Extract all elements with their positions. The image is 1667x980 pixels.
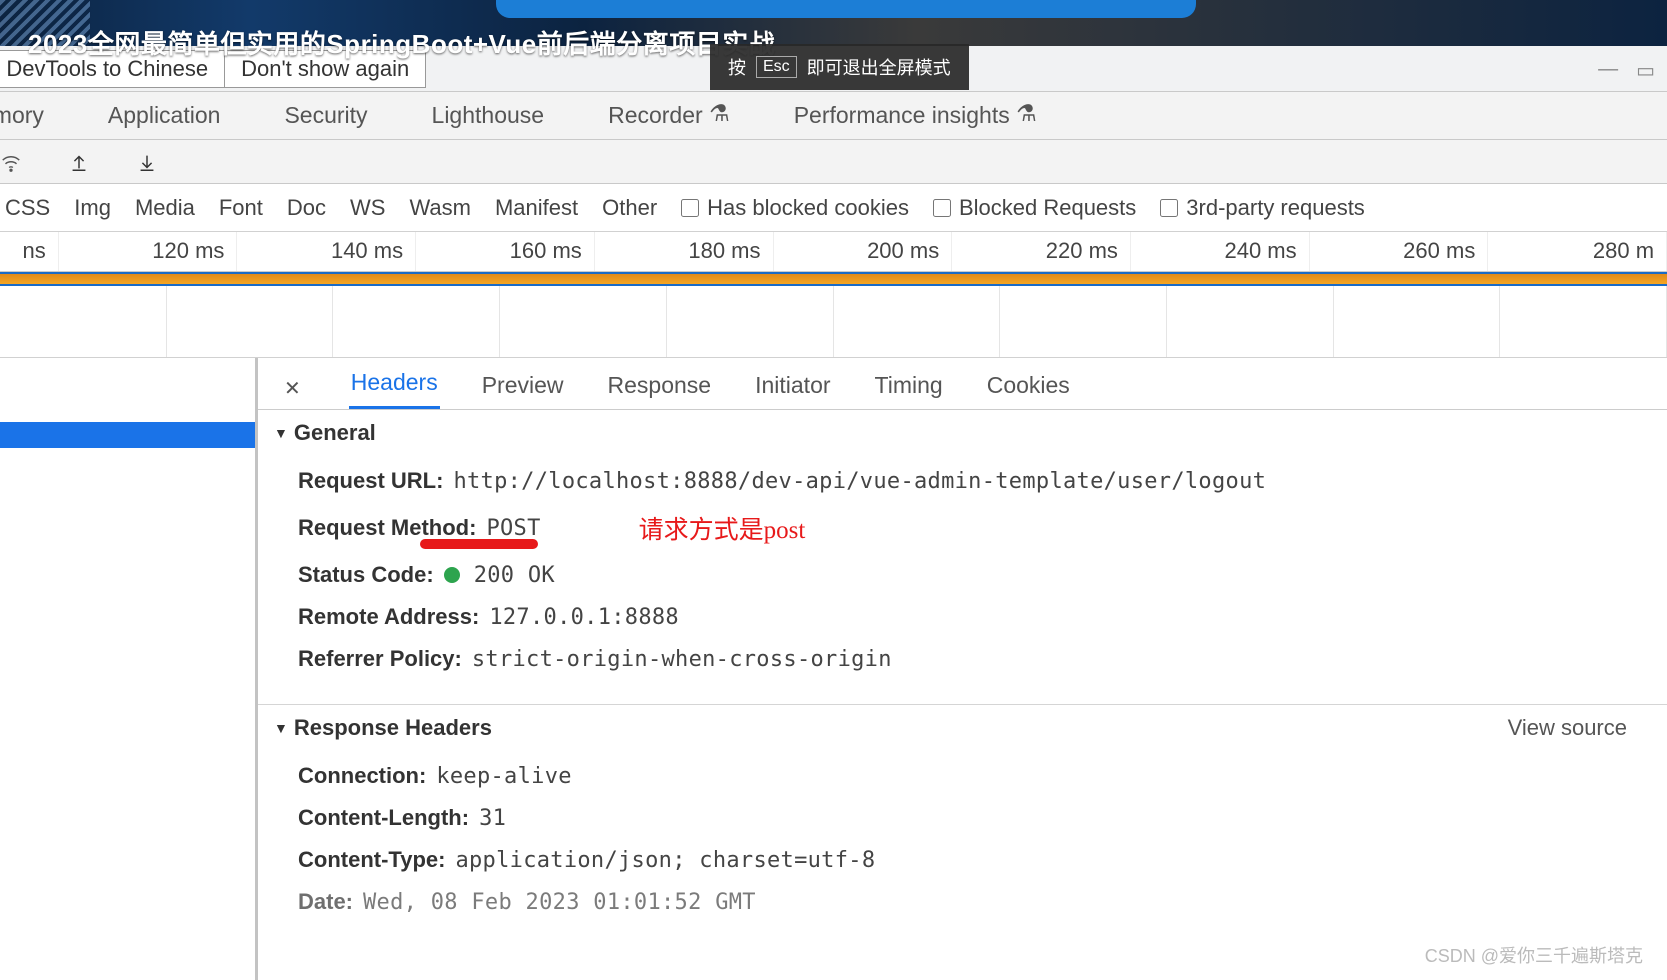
disclosure-triangle-icon: ▼ [274, 425, 288, 441]
timeline-tick: 160 ms [416, 232, 595, 271]
request-detail-pane: ✕ Headers Preview Response Initiator Tim… [258, 358, 1667, 980]
tab-lighthouse[interactable]: Lighthouse [432, 102, 545, 129]
timeline-tick: 280 m [1488, 232, 1667, 271]
selected-request[interactable] [0, 422, 255, 448]
timeline-tick: 220 ms [952, 232, 1131, 271]
status-code-row: Status Code: 200 OK [298, 554, 1667, 596]
timeline-ruler[interactable]: ns 120 ms 140 ms 160 ms 180 ms 200 ms 22… [0, 232, 1667, 272]
flask-icon: ⚗ [709, 100, 730, 126]
tab-preview[interactable]: Preview [480, 362, 566, 409]
blocked-cookies-checkbox[interactable]: Has blocked cookies [681, 195, 909, 221]
upload-icon[interactable] [68, 151, 90, 173]
network-main-split: ✕ Headers Preview Response Initiator Tim… [0, 358, 1667, 980]
filter-manifest[interactable]: Manifest [495, 195, 578, 221]
timeline-tick: 120 ms [59, 232, 238, 271]
referrer-policy-row: Referrer Policy: strict-origin-when-cros… [298, 638, 1667, 680]
content-type-row: Content-Type: application/json; charset=… [298, 839, 1667, 881]
timeline-tick: 260 ms [1310, 232, 1489, 271]
remote-address-row: Remote Address: 127.0.0.1:8888 [298, 596, 1667, 638]
tab-application[interactable]: Application [108, 102, 221, 129]
tab-timing[interactable]: Timing [873, 362, 945, 409]
toast-suffix: 即可退出全屏模式 [807, 54, 951, 80]
timeline-tick: 140 ms [237, 232, 416, 271]
tab-headers[interactable]: Headers [349, 359, 440, 409]
status-dot-icon [444, 567, 460, 583]
timeline-tick: ns [0, 232, 59, 271]
filter-doc[interactable]: Doc [287, 195, 326, 221]
watermark: CSDN @爱你三千遍斯塔克 [1425, 942, 1643, 968]
section-title: General [294, 420, 376, 446]
request-url-row: Request URL: http://localhost:8888/dev-a… [298, 460, 1667, 502]
filter-other[interactable]: Other [602, 195, 657, 221]
filter-font[interactable]: Font [219, 195, 263, 221]
toast-prefix: 按 [728, 54, 746, 80]
filter-media[interactable]: Media [135, 195, 195, 221]
resource-type-filters: CSS Img Media Font Doc WS Wasm Manifest … [0, 184, 1667, 232]
esc-key-icon: Esc [756, 56, 797, 78]
video-title: 2023全网最简单但实用的SpringBoot+Vue前后端分离项目实战 [28, 24, 775, 61]
filter-css[interactable]: CSS [5, 195, 50, 221]
response-headers-block: Connection: keep-alive Content-Length: 3… [258, 751, 1667, 927]
request-method-row: Request Method: POST 请求方式是post [298, 502, 1667, 554]
tab-cookies[interactable]: Cookies [985, 362, 1072, 409]
view-source-link[interactable]: View source [1508, 715, 1651, 741]
network-toolbar [0, 140, 1667, 184]
filter-ws[interactable]: WS [350, 195, 385, 221]
timeline-tick: 180 ms [595, 232, 774, 271]
tab-security[interactable]: Security [284, 102, 367, 129]
blocked-requests-checkbox[interactable]: Blocked Requests [933, 195, 1136, 221]
disclosure-triangle-icon: ▼ [274, 720, 288, 736]
date-row: Date: Wed, 08 Feb 2023 01:01:52 GMT [298, 881, 1667, 923]
minimize-icon[interactable]: — [1598, 58, 1618, 83]
filter-img[interactable]: Img [74, 195, 111, 221]
tab-initiator[interactable]: Initiator [753, 362, 832, 409]
tab-memory[interactable]: emory [0, 102, 44, 129]
annotation-text: 请求方式是post [639, 510, 806, 546]
maximize-icon[interactable]: ▭ [1636, 58, 1655, 83]
timeline-overview-bar[interactable] [0, 272, 1667, 286]
request-list[interactable] [0, 358, 258, 980]
devtools-panel-tabs: emory Application Security Lighthouse Re… [0, 92, 1667, 140]
section-response-headers[interactable]: ▼ Response Headers View source [258, 704, 1667, 751]
timeline-tick: 200 ms [774, 232, 953, 271]
detail-tabs: ✕ Headers Preview Response Initiator Tim… [258, 358, 1667, 410]
tab-performance-insights[interactable]: Performance insights ⚗ [794, 102, 1037, 129]
timeline-rows [0, 286, 1667, 358]
fullscreen-exit-toast: 按 Esc 即可退出全屏模式 [710, 44, 969, 90]
tab-response[interactable]: Response [606, 362, 714, 409]
download-icon[interactable] [136, 151, 158, 173]
general-block: Request URL: http://localhost:8888/dev-a… [258, 456, 1667, 684]
window-controls: — ▭ [1598, 58, 1655, 83]
section-general[interactable]: ▼ General [258, 410, 1667, 456]
filter-wasm[interactable]: Wasm [409, 195, 471, 221]
browser-tab-highlight [496, 0, 1196, 18]
flask-icon: ⚗ [1016, 100, 1037, 126]
third-party-checkbox[interactable]: 3rd-party requests [1160, 195, 1365, 221]
timeline-tick: 240 ms [1131, 232, 1310, 271]
content-length-row: Content-Length: 31 [298, 797, 1667, 839]
close-icon[interactable]: ✕ [276, 368, 309, 409]
tab-recorder[interactable]: Recorder ⚗ [608, 102, 730, 129]
section-title: Response Headers [294, 715, 492, 741]
connection-row: Connection: keep-alive [298, 755, 1667, 797]
wifi-icon[interactable] [0, 151, 22, 173]
